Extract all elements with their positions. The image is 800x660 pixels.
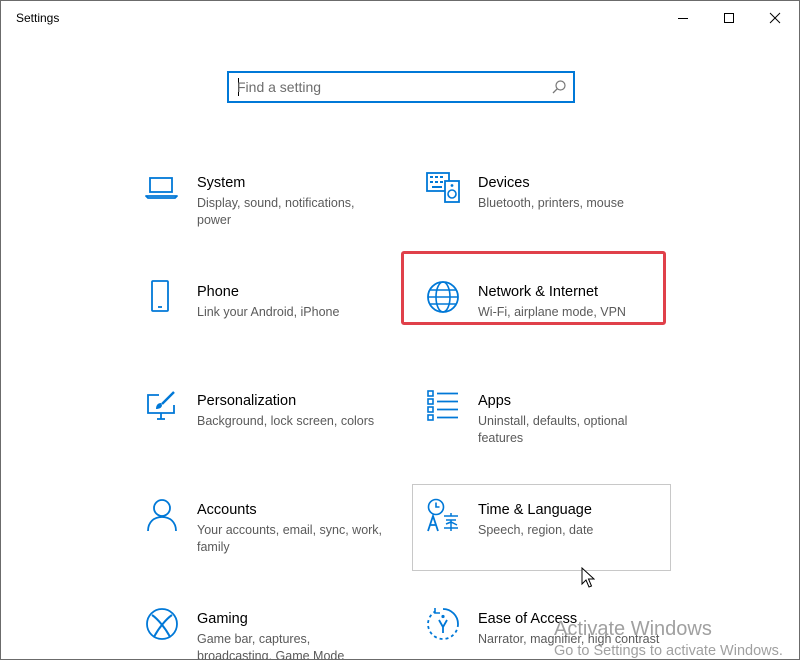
- settings-window: Settings System Display, sound, notifica…: [0, 0, 800, 660]
- search-input[interactable]: [237, 77, 537, 97]
- category-description: Display, sound, notifications, power: [197, 196, 355, 227]
- xbox-icon: [146, 608, 178, 640]
- watermark-subtitle: Go to Settings to activate Windows.: [554, 643, 783, 659]
- category-gaming[interactable]: Gaming Game bar, captures, broadcasting,…: [145, 607, 403, 660]
- watermark-title: Activate Windows: [554, 618, 712, 640]
- window-title: Settings: [16, 11, 60, 25]
- category-apps[interactable]: Apps Uninstall, defaults, optional featu…: [426, 389, 684, 473]
- category-name: Phone: [197, 284, 239, 300]
- category-description: Your accounts, email, sync, work, family: [197, 523, 383, 554]
- category-name: System: [197, 175, 246, 191]
- search-icon[interactable]: [551, 79, 567, 95]
- category-name: Apps: [478, 393, 512, 409]
- category-name: Personalization: [197, 393, 297, 409]
- category-accounts[interactable]: Accounts Your accounts, email, sync, wor…: [145, 498, 403, 582]
- mouse-cursor-icon: [581, 567, 595, 588]
- category-description: Game bar, captures, broadcasting, Game M…: [197, 632, 345, 660]
- category-description: Speech, region, date: [478, 523, 594, 537]
- category-time-language[interactable]: Time & Language Speech, region, date: [426, 498, 684, 582]
- phone-icon: [151, 280, 169, 312]
- title-bar: Settings: [1, 1, 799, 35]
- category-system[interactable]: System Display, sound, notifications, po…: [145, 171, 403, 255]
- category-description: Uninstall, defaults, optional features: [478, 414, 628, 445]
- category-name: Devices: [478, 175, 530, 191]
- category-devices[interactable]: Devices Bluetooth, printers, mouse: [426, 171, 684, 255]
- maximize-button[interactable]: [706, 1, 752, 35]
- laptop-icon: [145, 177, 178, 199]
- paintbrush-monitor-icon: [147, 391, 175, 420]
- category-name: Time & Language: [478, 502, 592, 518]
- category-phone[interactable]: Phone Link your Android, iPhone: [145, 280, 403, 364]
- category-description: Bluetooth, printers, mouse: [478, 196, 624, 210]
- minimize-icon: [678, 18, 688, 19]
- category-personalization[interactable]: Personalization Background, lock screen,…: [145, 389, 403, 473]
- time-language-icon: [427, 498, 458, 532]
- close-button[interactable]: [752, 1, 798, 35]
- category-name: Accounts: [197, 502, 257, 518]
- person-icon: [147, 499, 177, 532]
- category-description: Background, lock screen, colors: [197, 414, 375, 428]
- close-icon: [769, 12, 781, 24]
- network-highlight-box: [401, 251, 666, 325]
- category-name: Gaming: [197, 611, 248, 627]
- minimize-button[interactable]: [660, 1, 706, 35]
- keyboard-speaker-icon: [426, 172, 460, 203]
- ease-of-access-icon: [427, 608, 459, 640]
- list-icon: [427, 390, 458, 421]
- activate-windows-watermark: Activate Windows Go to Settings to activ…: [554, 618, 783, 659]
- category-description: Link your Android, iPhone: [197, 305, 340, 319]
- maximize-icon: [724, 13, 734, 23]
- search-box[interactable]: [227, 71, 575, 103]
